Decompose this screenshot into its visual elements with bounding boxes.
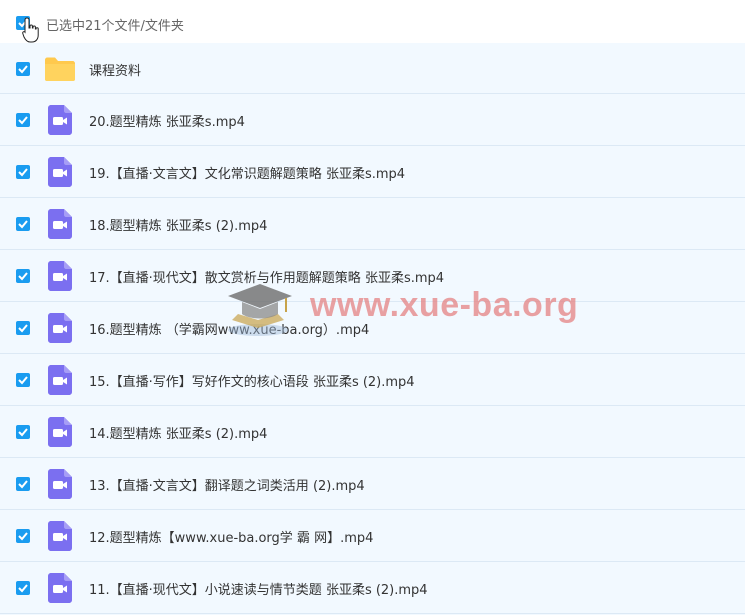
video-file-icon [48,157,72,187]
row-checkbox[interactable] [16,321,30,335]
row-checkbox[interactable] [16,113,30,127]
file-name: 18.题型精炼 张亚柔s (2).mp4 [89,219,268,234]
row-checkbox[interactable] [16,165,30,179]
video-file-icon [48,417,72,447]
check-icon [18,480,28,489]
file-name: 19.【直播·文言文】文化常识题解题策略 张亚柔s.mp4 [89,167,406,182]
video-file-icon [48,105,72,135]
check-icon [18,376,28,385]
video-file-icon [48,209,72,239]
check-icon [18,324,28,333]
check-icon [18,168,28,177]
folder-name: 课程资料 [89,63,142,79]
check-icon [18,272,28,281]
file-row[interactable]: 17.【直播·现代文】散文赏析与作用题解题策略 张亚柔s.mp4 [0,250,745,302]
file-row[interactable]: 20.题型精炼 张亚柔s.mp4 [0,94,745,146]
file-name: 20.题型精炼 张亚柔s.mp4 [89,115,245,130]
row-checkbox[interactable] [16,581,30,595]
folder-row[interactable]: 课程资料 [0,43,745,94]
file-name: 14.题型精炼 张亚柔s (2).mp4 [89,427,268,442]
file-name: 15.【直播·写作】写好作文的核心语段 张亚柔s (2).mp4 [89,375,415,390]
video-file-icon [48,469,72,499]
file-row[interactable]: 16.题型精炼 （学霸网www.xue-ba.org）.mp4 [0,302,745,354]
selection-count-text: 已选中21个文件/文件夹 [46,19,184,34]
file-row[interactable]: 15.【直播·写作】写好作文的核心语段 张亚柔s (2).mp4 [0,354,745,406]
video-file-icon [48,261,72,291]
file-name: 16.题型精炼 （学霸网www.xue-ba.org）.mp4 [89,323,370,338]
hand-cursor-icon [22,17,39,43]
selection-header: 已选中21个文件/文件夹 [0,0,745,43]
row-checkbox[interactable] [16,529,30,543]
file-name: 13.【直播·文言文】翻译题之词类活用 (2).mp4 [89,479,365,494]
row-checkbox[interactable] [16,269,30,283]
check-icon [18,428,28,437]
video-file-icon [48,365,72,395]
check-icon [18,532,28,541]
row-checkbox[interactable] [16,477,30,491]
file-row[interactable]: 12.题型精炼【www.xue-ba.org学 霸 网】.mp4 [0,510,745,562]
file-name: 11.【直播·现代文】小说速读与情节类题 张亚柔s (2).mp4 [89,583,428,598]
file-row[interactable]: 18.题型精炼 张亚柔s (2).mp4 [0,198,745,250]
row-checkbox[interactable] [16,425,30,439]
file-row[interactable]: 19.【直播·文言文】文化常识题解题策略 张亚柔s.mp4 [0,146,745,198]
file-row[interactable]: 14.题型精炼 张亚柔s (2).mp4 [0,406,745,458]
file-name: 12.题型精炼【www.xue-ba.org学 霸 网】.mp4 [89,531,374,546]
file-name: 17.【直播·现代文】散文赏析与作用题解题策略 张亚柔s.mp4 [89,271,445,286]
video-file-icon [48,573,72,603]
check-icon [18,220,28,229]
video-file-icon [48,521,72,551]
row-checkbox[interactable] [16,61,30,76]
file-list: 课程资料 20.题型精炼 张亚柔s.mp4 19.【直播·文言文】文化常识题解题策略… [0,43,745,615]
file-row[interactable]: 11.【直播·现代文】小说速读与情节类题 张亚柔s (2).mp4 [0,562,745,614]
folder-icon [45,57,75,81]
check-icon [18,116,28,125]
row-checkbox[interactable] [16,217,30,231]
check-icon [18,64,28,73]
row-checkbox[interactable] [16,373,30,387]
file-row[interactable]: 13.【直播·文言文】翻译题之词类活用 (2).mp4 [0,458,745,510]
video-file-icon [48,313,72,343]
check-icon [18,584,28,593]
